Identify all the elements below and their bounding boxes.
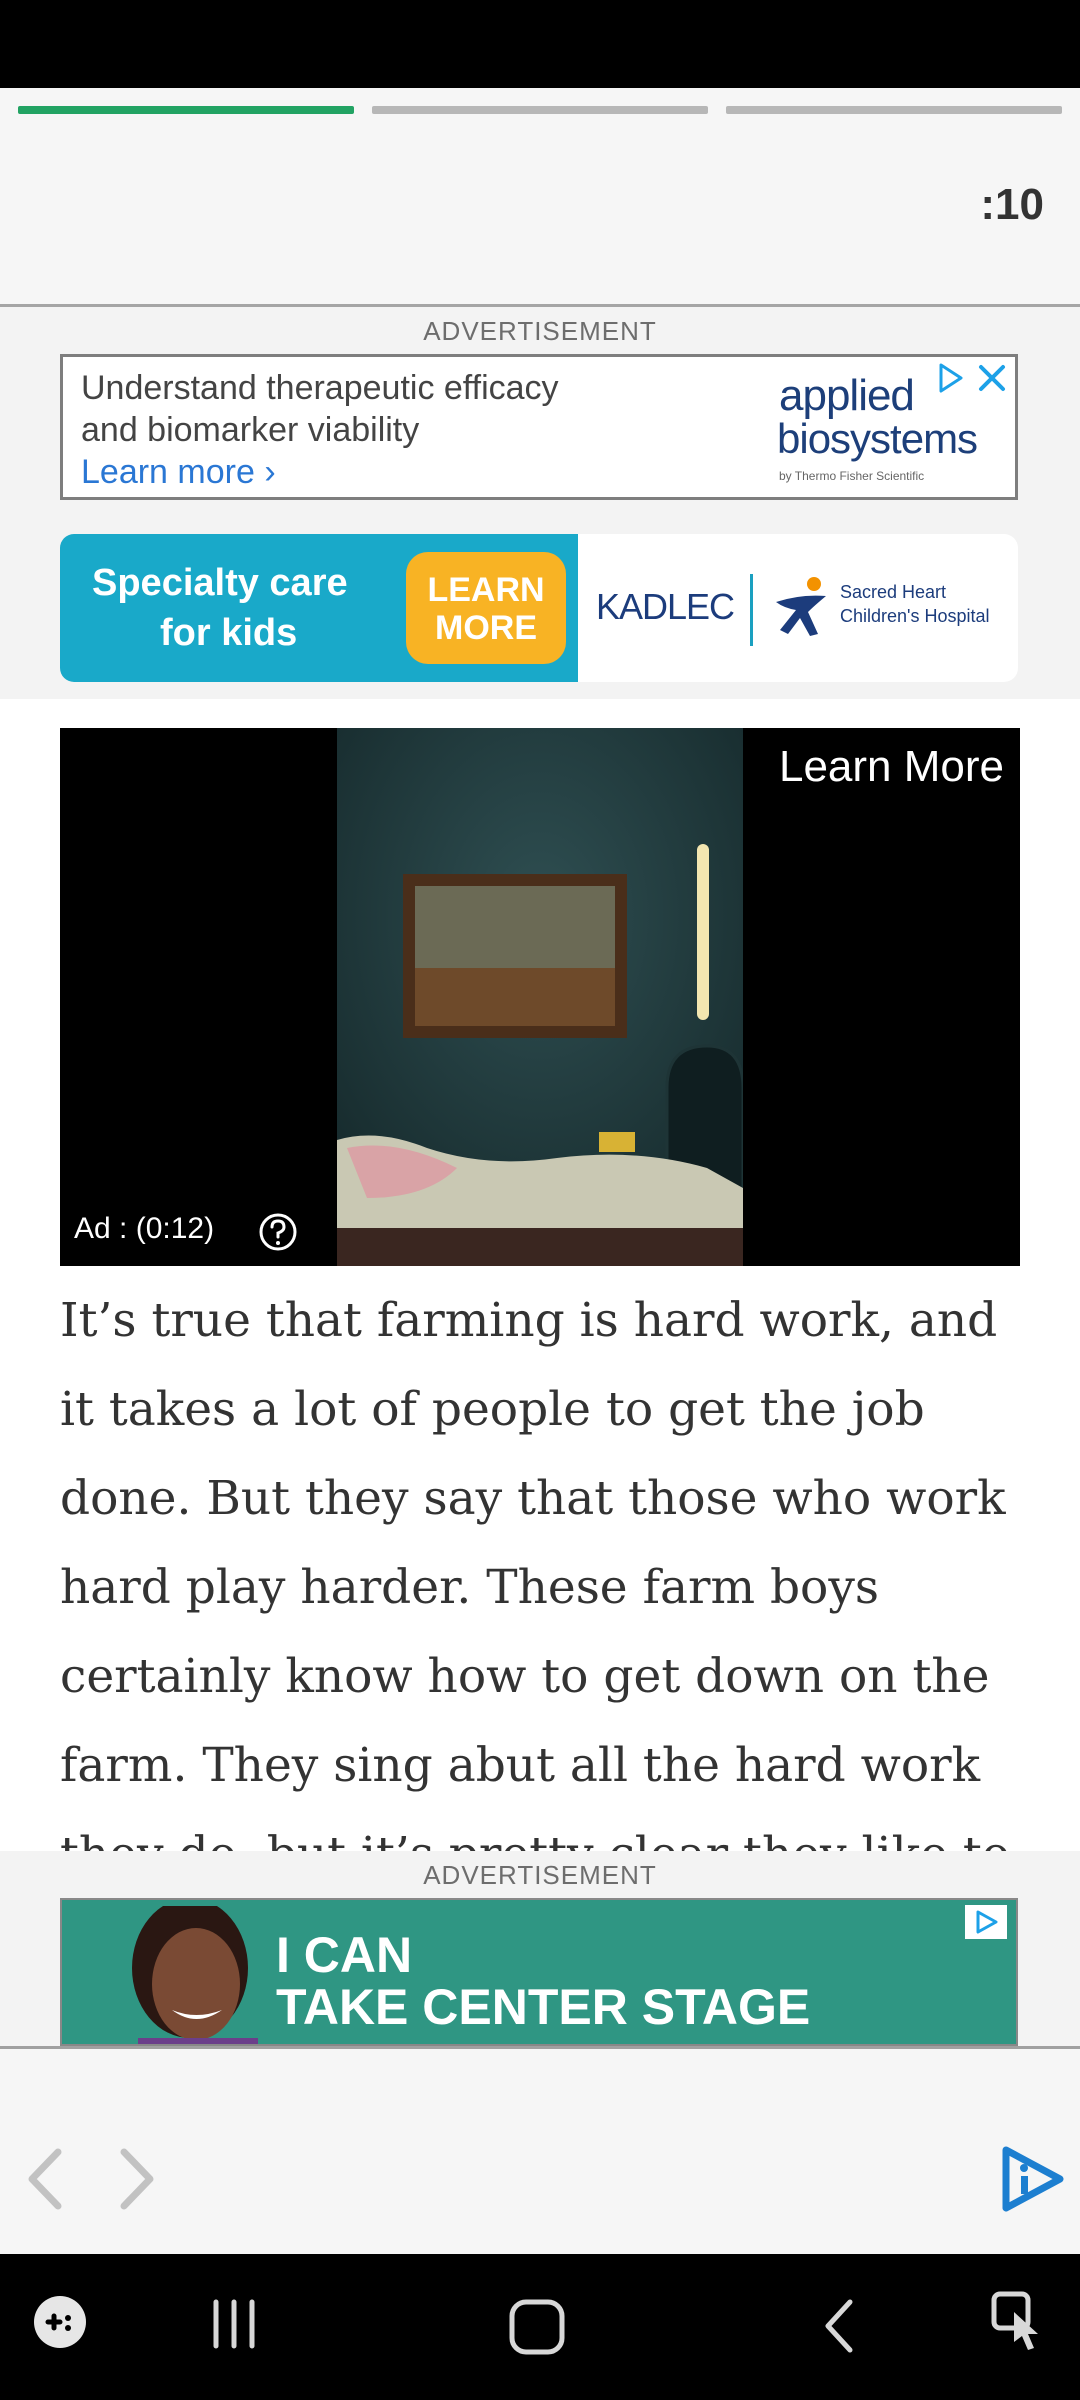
chevron-left-icon[interactable] <box>20 2146 70 2212</box>
video-learn-more-link[interactable]: Learn More <box>779 742 1004 792</box>
story-header <box>0 88 1080 306</box>
stage-ad-line1: I CAN <box>276 1927 413 1983</box>
system-navigation-bar <box>0 2254 1080 2400</box>
adchoices-icon[interactable] <box>964 1904 1008 1940</box>
article-body: It’s true that farming is hard work, and… <box>60 1276 1020 1851</box>
kadlec-ad-banner[interactable]: Specialty care for kids LEARN MORE KADLE… <box>60 534 1018 682</box>
advertisement-label: ADVERTISEMENT <box>423 1860 657 1890</box>
home-icon[interactable] <box>506 2296 568 2358</box>
sacred-heart-figure-icon <box>776 577 826 636</box>
applied-logo-line2: biosystems <box>777 415 978 462</box>
stage-ad-line2: TAKE CENTER STAGE <box>276 1979 811 2035</box>
countdown-timer: :10 <box>980 180 1044 229</box>
kadlec-button-line2: MORE <box>435 609 537 647</box>
kadlec-logo-divider <box>750 574 753 646</box>
inline-logo-icon[interactable] <box>996 2144 1066 2214</box>
advertisement-label: ADVERTISEMENT <box>423 316 657 346</box>
hospital-name-line1: Sacred Heart <box>840 582 947 602</box>
adchoices-icon[interactable] <box>933 361 967 395</box>
screen-touch-icon[interactable] <box>988 2290 1052 2356</box>
story-navigation <box>0 2049 1080 2254</box>
back-icon[interactable] <box>818 2296 862 2356</box>
close-icon[interactable] <box>975 361 1009 395</box>
ad-headline-line2: and biomarker viability <box>81 411 420 449</box>
center-stage-ad-banner[interactable]: I CAN TAKE CENTER STAGE <box>60 1898 1018 2046</box>
status-bar <box>0 0 1080 88</box>
kadlec-button-line1: LEARN <box>427 571 545 609</box>
story-progress-segment-2 <box>372 106 708 114</box>
kadlec-text-line2: for kids <box>160 612 298 654</box>
question-circle-icon[interactable] <box>258 1212 298 1252</box>
story-progress-segment-3 <box>726 106 1062 114</box>
applied-logo-line1: applied <box>779 371 915 420</box>
hospital-name-line2: Children's Hospital <box>840 606 990 626</box>
kadlec-logo: KADLEC <box>596 586 735 627</box>
video-ad-player[interactable]: Learn More Ad : (0:12) <box>60 728 1020 1266</box>
article-paragraph: It’s true that farming is hard work, and… <box>60 1293 1010 1851</box>
applied-logo-tagline: by Thermo Fisher Scientific <box>779 469 925 483</box>
kadlec-learn-more-button[interactable]: LEARN MORE <box>406 552 566 664</box>
ad-headline-line1: Understand therapeutic efficacy <box>81 369 559 407</box>
applied-biosystems-ad[interactable]: Understand therapeutic efficacy and biom… <box>60 354 1018 500</box>
chevron-right-icon[interactable] <box>112 2146 162 2212</box>
ad-learn-more-link[interactable]: Learn more › <box>81 453 276 492</box>
video-frame-image <box>337 728 743 1266</box>
story-progress-segment-1 <box>18 106 354 114</box>
game-launcher-icon[interactable] <box>30 2292 90 2352</box>
kadlec-text-line1: Specialty care <box>92 562 348 604</box>
recents-icon[interactable] <box>206 2296 262 2352</box>
video-ad-timer: Ad : (0:12) <box>74 1212 215 1245</box>
